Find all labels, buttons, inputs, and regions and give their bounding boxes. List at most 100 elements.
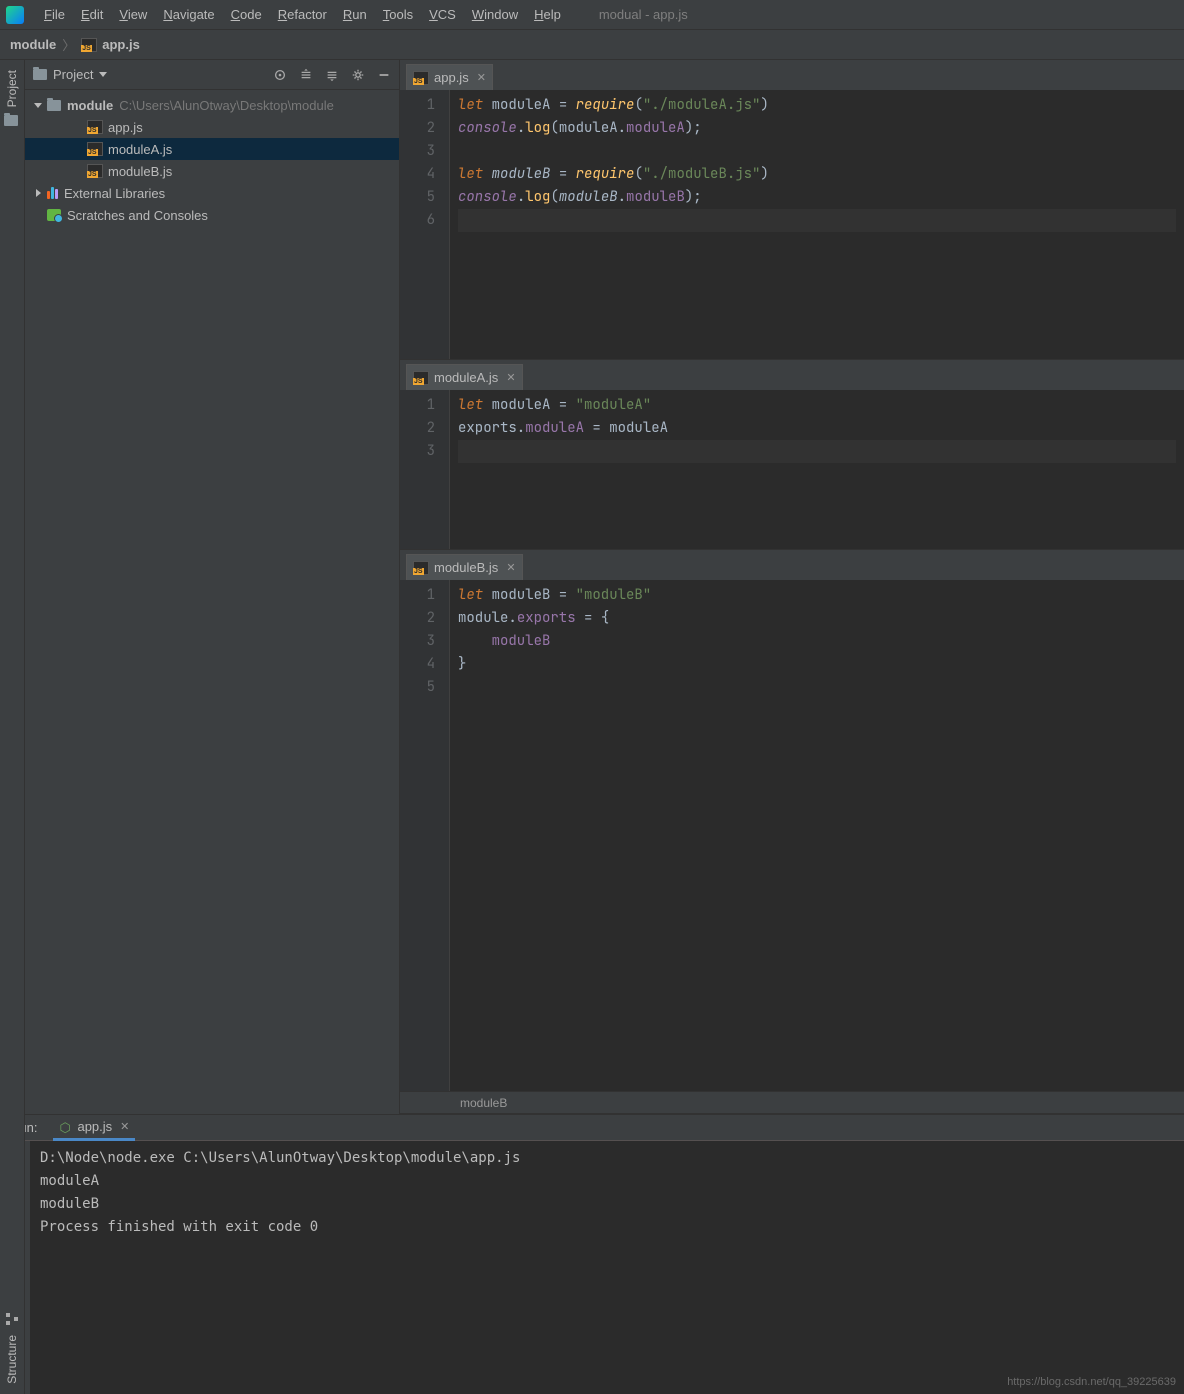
- menu-code[interactable]: Code: [223, 3, 270, 26]
- code-line[interactable]: [458, 140, 1176, 163]
- tree-label: moduleB.js: [108, 164, 172, 179]
- minimize-icon[interactable]: [377, 68, 391, 82]
- js-file-icon: [87, 164, 103, 178]
- menu-run[interactable]: Run: [335, 3, 375, 26]
- tree-item-moduleb-js[interactable]: moduleB.js: [25, 160, 399, 182]
- tool-tab-structure[interactable]: Structure: [5, 1331, 19, 1388]
- code-line[interactable]: let moduleB = require("./moduleB.js"): [458, 163, 1176, 186]
- tree-path: C:\Users\AlunOtway\Desktop\module: [119, 98, 334, 113]
- editor-moduleA.js: moduleA.js✕123let moduleA = "moduleA"exp…: [400, 360, 1184, 550]
- gear-icon[interactable]: [351, 68, 365, 82]
- console-line: Process finished with exit code 0: [40, 1216, 1174, 1239]
- console-line: moduleA: [40, 1170, 1174, 1193]
- tree-label: External Libraries: [64, 186, 165, 201]
- run-header: Run: app.js ✕: [0, 1115, 1184, 1141]
- node-icon: [59, 1120, 71, 1132]
- line-gutter: 123: [400, 390, 450, 549]
- tab-label: moduleA.js: [434, 370, 498, 385]
- run-tab-label: app.js: [77, 1119, 112, 1134]
- project-pane-title: Project: [53, 67, 93, 82]
- code-line[interactable]: console.log(moduleA.moduleA);: [458, 117, 1176, 140]
- editors-column: app.js ✕ 123456let moduleA = require("./mo…: [400, 60, 1184, 1114]
- menu-window[interactable]: Window: [464, 3, 526, 26]
- console-line: moduleB: [40, 1193, 1174, 1216]
- code-line[interactable]: module.exports = {: [458, 607, 1176, 630]
- folder-icon[interactable]: [4, 115, 20, 131]
- js-file-icon: [87, 142, 103, 156]
- run-tab[interactable]: app.js ✕: [53, 1115, 135, 1141]
- menu-tools[interactable]: Tools: [375, 3, 421, 26]
- run-console[interactable]: D:\Node\node.exe C:\Users\AlunOtway\Desk…: [30, 1141, 1184, 1394]
- line-gutter: 12345: [400, 580, 450, 1091]
- breadcrumb: module 〉 app.js: [0, 30, 1184, 60]
- code-line[interactable]: exports.moduleA = moduleA: [458, 417, 1176, 440]
- app-icon: [6, 6, 24, 24]
- code-line[interactable]: [458, 209, 1176, 232]
- close-icon[interactable]: ✕: [477, 71, 486, 84]
- close-icon[interactable]: ✕: [120, 1120, 129, 1133]
- folder-icon: [33, 69, 47, 80]
- tab-label: app.js: [434, 70, 469, 85]
- library-icon: [47, 187, 58, 199]
- left-tool-gutter: Project: [0, 60, 25, 1114]
- code-area[interactable]: 123456let moduleA = require("./moduleA.j…: [400, 90, 1184, 359]
- tree-item-app-js[interactable]: app.js: [25, 116, 399, 138]
- run-panel: Run: app.js ✕ D:\Node\node.exe C:\Users\…: [0, 1114, 1184, 1394]
- chevron-down-icon: [99, 72, 107, 77]
- menu-edit[interactable]: Edit: [73, 3, 111, 26]
- code-line[interactable]: [458, 676, 1176, 699]
- breadcrumb-file[interactable]: app.js: [102, 37, 140, 52]
- menu-file[interactable]: File: [36, 3, 73, 26]
- js-file-icon: [413, 71, 429, 85]
- code-body[interactable]: let moduleA = "moduleA"exports.moduleA =…: [450, 390, 1184, 549]
- menu-navigate[interactable]: Navigate: [155, 3, 222, 26]
- tool-tab-project[interactable]: Project: [5, 66, 19, 111]
- watermark: https://blog.csdn.net/qq_39225639: [1007, 1376, 1176, 1388]
- menu-vcs[interactable]: VCS: [421, 3, 464, 26]
- tree-label: Scratches and Consoles: [67, 208, 208, 223]
- scratch-icon: [47, 209, 61, 221]
- tree-item-module[interactable]: module C:\Users\AlunOtway\Desktop\module: [25, 94, 399, 116]
- code-line[interactable]: [458, 440, 1176, 463]
- editor-app.js: app.js ✕ 123456let moduleA = require("./mo…: [400, 60, 1184, 360]
- chevron-right-icon[interactable]: [33, 189, 43, 197]
- locate-icon[interactable]: [273, 68, 287, 82]
- close-icon[interactable]: ✕: [506, 371, 515, 384]
- editor-tab[interactable]: moduleB.js✕: [406, 554, 523, 580]
- code-line[interactable]: moduleB: [458, 630, 1176, 653]
- console-line: D:\Node\node.exe C:\Users\AlunOtway\Desk…: [40, 1147, 1174, 1170]
- chevron-down-icon[interactable]: [33, 103, 43, 108]
- editor-tabs: app.js ✕: [400, 60, 1184, 90]
- code-line[interactable]: let moduleA = require("./moduleA.js"): [458, 94, 1176, 117]
- code-area[interactable]: 123let moduleA = "moduleA"exports.module…: [400, 390, 1184, 549]
- structure-gutter: Structure: [0, 1074, 25, 1394]
- project-pane-header: Project: [25, 60, 399, 90]
- project-tree[interactable]: module C:\Users\AlunOtway\Desktop\module a…: [25, 90, 399, 230]
- structure-icon[interactable]: [4, 1311, 20, 1327]
- js-file-icon: [81, 38, 97, 52]
- project-view-selector[interactable]: Project: [33, 67, 107, 82]
- code-area[interactable]: 12345let moduleB = "moduleB"module.expor…: [400, 580, 1184, 1091]
- tree-item-modulea-js[interactable]: moduleA.js: [25, 138, 399, 160]
- editor-tabs: moduleB.js✕: [400, 550, 1184, 580]
- editor-breadcrumb[interactable]: moduleB: [400, 1091, 1184, 1113]
- code-body[interactable]: let moduleA = require("./moduleA.js")con…: [450, 90, 1184, 359]
- menu-view[interactable]: View: [111, 3, 155, 26]
- tree-label: module: [67, 98, 113, 113]
- code-line[interactable]: console.log(moduleB.moduleB);: [458, 186, 1176, 209]
- code-line[interactable]: }: [458, 653, 1176, 676]
- menu-help[interactable]: Help: [526, 3, 569, 26]
- tree-item-scratches-and-consoles[interactable]: Scratches and Consoles: [25, 204, 399, 226]
- breadcrumb-root[interactable]: module: [10, 37, 56, 52]
- code-body[interactable]: let moduleB = "moduleB"module.exports = …: [450, 580, 1184, 1091]
- editor-tab[interactable]: moduleA.js ✕: [406, 364, 523, 390]
- code-line[interactable]: let moduleA = "moduleA": [458, 394, 1176, 417]
- js-file-icon: [87, 120, 103, 134]
- code-line[interactable]: let moduleB = "moduleB": [458, 584, 1176, 607]
- expand-all-icon[interactable]: [299, 68, 313, 82]
- editor-tab[interactable]: app.js ✕: [406, 64, 493, 90]
- menu-refactor[interactable]: Refactor: [270, 3, 335, 26]
- close-icon[interactable]: ✕: [506, 561, 515, 574]
- collapse-all-icon[interactable]: [325, 68, 339, 82]
- tree-item-external-libraries[interactable]: External Libraries: [25, 182, 399, 204]
